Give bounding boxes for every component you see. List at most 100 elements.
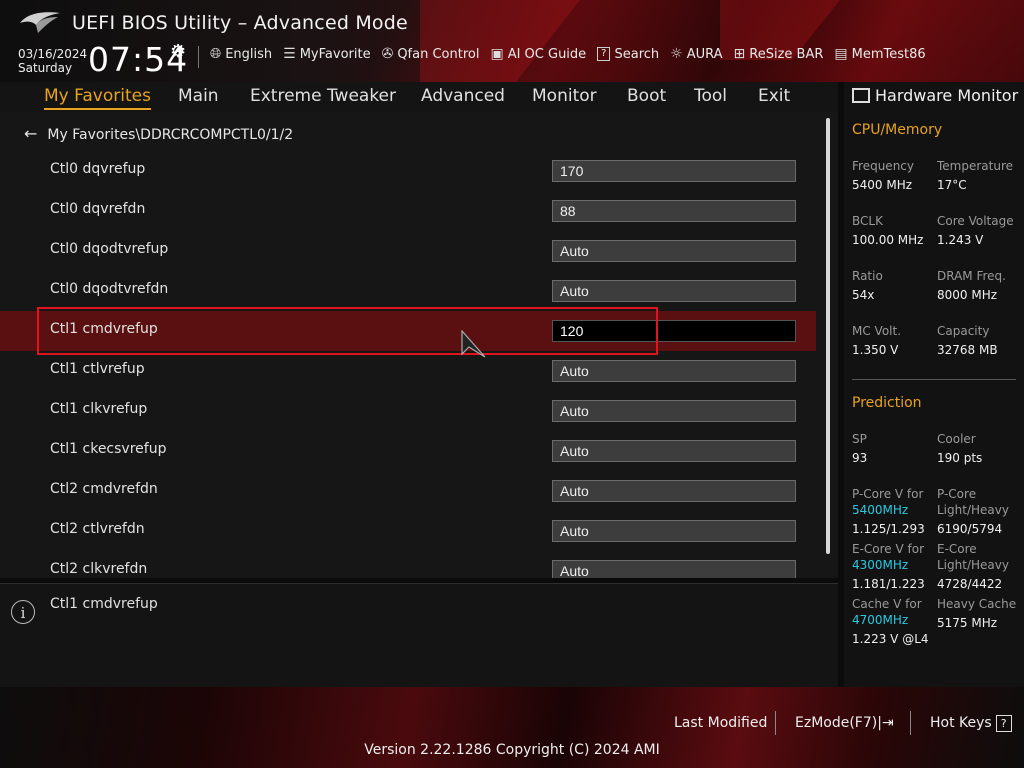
- setting-value-field[interactable]: Auto: [552, 280, 796, 302]
- language-label: English: [225, 46, 273, 62]
- core-voltage-label: Core Voltage: [937, 214, 1014, 228]
- setting-label: Ctl1 ctlvrefup: [50, 361, 145, 377]
- mouse-cursor-icon: [461, 330, 486, 358]
- capacity-label: Capacity: [937, 324, 990, 338]
- gear-icon[interactable]: ⚙: [170, 41, 186, 62]
- toolbar: 🌐︎ English ☰ MyFavorite ✇ Qfan Control ▣…: [210, 46, 937, 62]
- setting-value-field[interactable]: Auto: [552, 440, 796, 462]
- breadcrumb: ← My Favorites\DDRCRCOMPCTL0/1/2: [24, 124, 293, 143]
- exit-arrow-icon: |⇥: [877, 715, 894, 731]
- cache-v-freq: 4700MHz: [852, 613, 909, 627]
- header: UEFI BIOS Utility – Advanced Mode 03/16/…: [0, 0, 1024, 82]
- aura-light-icon: ☼: [670, 46, 683, 62]
- back-arrow-icon[interactable]: ←: [24, 124, 37, 143]
- breadcrumb-path: My Favorites\DDRCRCOMPCTL0/1/2: [47, 127, 294, 143]
- setting-value-field[interactable]: Auto: [552, 240, 796, 262]
- ai-chip-icon: ▣: [490, 46, 504, 62]
- version-text: Version 2.22.1286 Copyright (C) 2024 AMI: [364, 742, 660, 758]
- tab-main[interactable]: Main: [178, 86, 219, 106]
- ecore-lh-label: E-Core Light/Heavy: [937, 541, 1009, 573]
- ratio-label: Ratio: [852, 269, 883, 283]
- ecore-v-freq: 4300MHz: [852, 558, 909, 572]
- setting-label: Ctl0 dqvrefdn: [50, 201, 146, 217]
- help-panel: i Ctl1 cmdvrefup: [0, 583, 838, 688]
- setting-row[interactable]: Ctl1 ckecsvrefup Auto: [0, 431, 816, 471]
- setting-value-field[interactable]: Auto: [552, 360, 796, 382]
- divider: [775, 711, 776, 735]
- setting-row[interactable]: Ctl1 clkvrefup Auto: [0, 391, 816, 431]
- memtest86-label: MemTest86: [851, 46, 926, 62]
- ecore-lh-label-1: E-Core: [937, 542, 977, 556]
- tab-monitor[interactable]: Monitor: [532, 86, 597, 106]
- capacity-value: 32768 MB: [937, 343, 998, 357]
- aura-label: AURA: [686, 46, 723, 62]
- tab-advanced[interactable]: Advanced: [421, 86, 505, 106]
- setting-row[interactable]: Ctl0 dqodtvrefdn Auto: [0, 271, 816, 311]
- tab-my-favorites[interactable]: My Favorites: [44, 86, 151, 110]
- setting-label: Ctl1 clkvrefup: [50, 401, 148, 417]
- setting-row[interactable]: Ctl2 cmdvrefdn Auto: [0, 471, 816, 511]
- tab-boot[interactable]: Boot: [627, 86, 666, 106]
- fan-icon: ✇: [381, 46, 394, 62]
- setting-value-field[interactable]: Auto: [552, 480, 796, 502]
- cpu-memory-section-title: CPU/Memory: [852, 122, 943, 138]
- rog-logo-icon: [20, 12, 60, 33]
- setting-row[interactable]: Ctl1 ctlvrefup Auto: [0, 351, 816, 391]
- memory-test-icon: ▤: [834, 46, 848, 62]
- ecore-v-value: 1.181/1.223: [852, 577, 925, 591]
- highlight-box: [37, 307, 658, 355]
- setting-row[interactable]: Ctl2 clkvrefdn Auto: [0, 551, 816, 578]
- cache-v-label-text: Cache V for: [852, 597, 922, 611]
- ecore-v-label-text: E-Core V for: [852, 542, 925, 556]
- bclk-value: 100.00 MHz: [852, 233, 924, 247]
- date: 03/16/2024: [18, 47, 88, 61]
- setting-row[interactable]: Ctl0 dqvrefdn 88: [0, 191, 816, 231]
- tab-tool[interactable]: Tool: [694, 86, 727, 106]
- ai-oc-guide-label: AI OC Guide: [507, 46, 587, 62]
- ai-oc-guide-button[interactable]: ▣ AI OC Guide: [490, 46, 586, 62]
- settings-panel: ← My Favorites\DDRCRCOMPCTL0/1/2 Ctl0 dqv…: [0, 112, 838, 578]
- resize-bar-icon: ⊞: [733, 46, 746, 62]
- ezmode-button[interactable]: EzMode(F7)|⇥: [795, 715, 894, 731]
- cache-v-value: 1.223 V @L4: [852, 632, 929, 646]
- frequency-label: Frequency: [852, 159, 914, 173]
- divider: [852, 379, 1016, 380]
- cooler-value: 190 pts: [937, 451, 983, 465]
- setting-value-field[interactable]: Auto: [552, 560, 796, 578]
- setting-value-field[interactable]: Auto: [552, 520, 796, 542]
- hot-keys-label: Hot Keys: [930, 715, 992, 731]
- setting-label: Ctl0 dqodtvrefdn: [50, 281, 169, 297]
- pcore-v-label-text: P-Core V for: [852, 487, 924, 501]
- favorite-list-icon: ☰: [283, 46, 296, 62]
- pcore-v-freq: 5400MHz: [852, 503, 909, 517]
- sp-value: 93: [852, 451, 868, 465]
- setting-value-field[interactable]: 170: [552, 160, 796, 182]
- temperature-value: 17°C: [937, 178, 967, 192]
- day: Saturday: [18, 61, 73, 75]
- aura-button[interactable]: ☼ AURA: [670, 46, 722, 62]
- setting-row[interactable]: Ctl0 dqvrefup 170: [0, 151, 816, 191]
- setting-row[interactable]: Ctl2 ctlvrefdn Auto: [0, 511, 816, 551]
- qfan-control-button[interactable]: ✇ Qfan Control: [382, 46, 480, 62]
- tab-exit[interactable]: Exit: [758, 86, 790, 106]
- scrollbar[interactable]: [826, 118, 830, 554]
- hardware-monitor-title: Hardware Monitor: [852, 86, 1018, 105]
- resize-bar-button[interactable]: ⊞ ReSize BAR: [734, 46, 824, 62]
- ecore-lh-value: 4728/4422: [937, 577, 1003, 591]
- setting-row[interactable]: Ctl0 dqodtvrefup Auto: [0, 231, 816, 271]
- language-button[interactable]: 🌐︎ English: [210, 46, 272, 62]
- globe-icon: 🌐︎: [210, 46, 222, 62]
- pcore-v-label: P-Core V for 5400MHz: [852, 486, 923, 518]
- setting-label: Ctl0 dqvrefup: [50, 161, 146, 177]
- setting-value-field[interactable]: Auto: [552, 400, 796, 422]
- search-button[interactable]: ? Search: [597, 46, 659, 62]
- setting-value-field[interactable]: 88: [552, 200, 796, 222]
- last-modified-button[interactable]: Last Modified: [674, 715, 767, 731]
- info-icon: i: [11, 600, 35, 624]
- pcore-lh-label-1: P-Core: [937, 487, 977, 501]
- myfavorite-button[interactable]: ☰ MyFavorite: [283, 46, 370, 62]
- setting-label: Ctl2 cmdvrefdn: [50, 481, 158, 497]
- tab-extreme-tweaker[interactable]: Extreme Tweaker: [250, 86, 396, 106]
- hot-keys-button[interactable]: Hot Keys?: [930, 715, 1012, 732]
- memtest86-button[interactable]: ▤ MemTest86: [834, 46, 925, 62]
